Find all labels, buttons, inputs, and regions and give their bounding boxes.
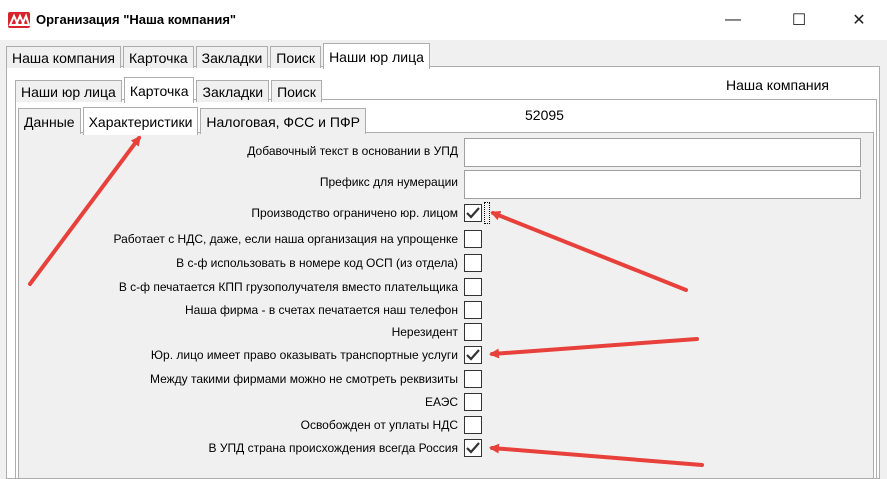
proizvodstvo-checkbox[interactable]	[464, 204, 482, 222]
close-icon: ✕	[852, 12, 866, 29]
field-label-nash-telefon: Наша фирма - в счетах печатается наш тел…	[185, 303, 458, 317]
field-label-kpp-gruzopoluchatelya: В с-ф печатается КПП грузополучателя вме…	[118, 280, 458, 294]
tab-poisk-inner[interactable]: Поиск	[271, 80, 322, 102]
tab-zakladki[interactable]: Закладки	[195, 46, 269, 68]
minimize-icon: —	[725, 11, 741, 28]
prefiks-input[interactable]	[464, 170, 861, 199]
close-button[interactable]: ✕	[836, 0, 882, 40]
tab-zakladki-inner[interactable]: Закладки	[196, 80, 270, 102]
focus-indicator	[484, 202, 490, 224]
maximize-button[interactable]: ☐	[776, 0, 822, 40]
window-title: Организация "Наша компания"	[36, 12, 237, 27]
title-bar: Организация "Наша компания" — ☐ ✕	[0, 0, 887, 40]
id-field[interactable]: 52095	[521, 103, 593, 128]
field-label-proizvodstvo: Производство ограничено юр. лицом	[251, 206, 458, 220]
transportnye-uslugi-checkbox[interactable]	[464, 346, 482, 364]
tab-nalogovaya[interactable]: Налоговая, ФСС и ПФР	[200, 108, 366, 134]
tab-nashi-yur-litsa[interactable]: Наши юр лица	[323, 43, 430, 69]
nash-telefon-checkbox[interactable]	[464, 301, 482, 319]
nds-uproshchenka-checkbox[interactable]	[464, 230, 482, 248]
field-label-prefiks: Префикс для нумерации	[319, 175, 458, 189]
tab-nasha-kompaniya[interactable]: Наша компания	[6, 46, 121, 68]
tab-harakteristiki[interactable]: Характеристики	[82, 107, 199, 135]
field-label-nds-uproshchenka: Работает с НДС, даже, если наша организа…	[113, 232, 458, 246]
minimize-button[interactable]: —	[710, 0, 756, 40]
checkmark-icon	[466, 349, 480, 361]
rekvizity-checkbox[interactable]	[464, 370, 482, 388]
maximize-icon: ☐	[791, 12, 807, 29]
tab-poisk[interactable]: Поиск	[270, 46, 322, 68]
tabs-level2: Наши юр лица Карточка Закладки Поиск	[15, 76, 324, 103]
tabs-level3: Данные Характеристики Налоговая, ФСС и П…	[18, 106, 368, 135]
dobavochny-tekst-input[interactable]	[464, 138, 861, 167]
field-label-dobavochny-tekst: Добавочный текст в основании в УПД	[247, 144, 458, 158]
tab-nashi-yur-litsa-inner[interactable]: Наши юр лица	[15, 80, 122, 102]
kpp-gruzopoluchatelya-checkbox[interactable]	[464, 278, 482, 296]
field-label-nerezident: Нерезидент	[391, 325, 458, 339]
tabs-level1: Наша компания Карточка Закладки Поиск На…	[6, 42, 432, 69]
checkmark-icon	[466, 442, 480, 454]
tab-kartochka-inner[interactable]: Карточка	[123, 77, 195, 103]
field-label-eaes: ЕАЭС	[424, 395, 458, 409]
company-name-label: Наша компания	[726, 77, 829, 93]
checkmark-icon	[466, 207, 480, 219]
osvobozhden-nds-checkbox[interactable]	[464, 416, 482, 434]
tab-dannye[interactable]: Данные	[18, 108, 81, 134]
field-label-transportnye-uslugi: Юр. лицо имеет право оказывать транспорт…	[150, 348, 458, 362]
window: Организация "Наша компания" — ☐ ✕ Наша к…	[0, 0, 887, 479]
nerezident-checkbox[interactable]	[464, 323, 482, 341]
field-label-rekvizity: Между такими фирмами можно не смотреть р…	[149, 372, 458, 386]
kod-osp-checkbox[interactable]	[464, 254, 482, 272]
strana-rossiya-checkbox[interactable]	[464, 439, 482, 457]
field-label-kod-osp: В с-ф использовать в номере код ОСП (из …	[176, 256, 458, 270]
tab-kartochka[interactable]: Карточка	[123, 46, 194, 68]
field-label-strana-rossiya: В УПД страна происхождения всегда Россия	[208, 441, 458, 455]
field-label-osvobozhden-nds: Освобожден от уплаты НДС	[300, 418, 458, 432]
eaes-checkbox[interactable]	[464, 393, 482, 411]
company-logo-icon[interactable]	[8, 12, 30, 28]
